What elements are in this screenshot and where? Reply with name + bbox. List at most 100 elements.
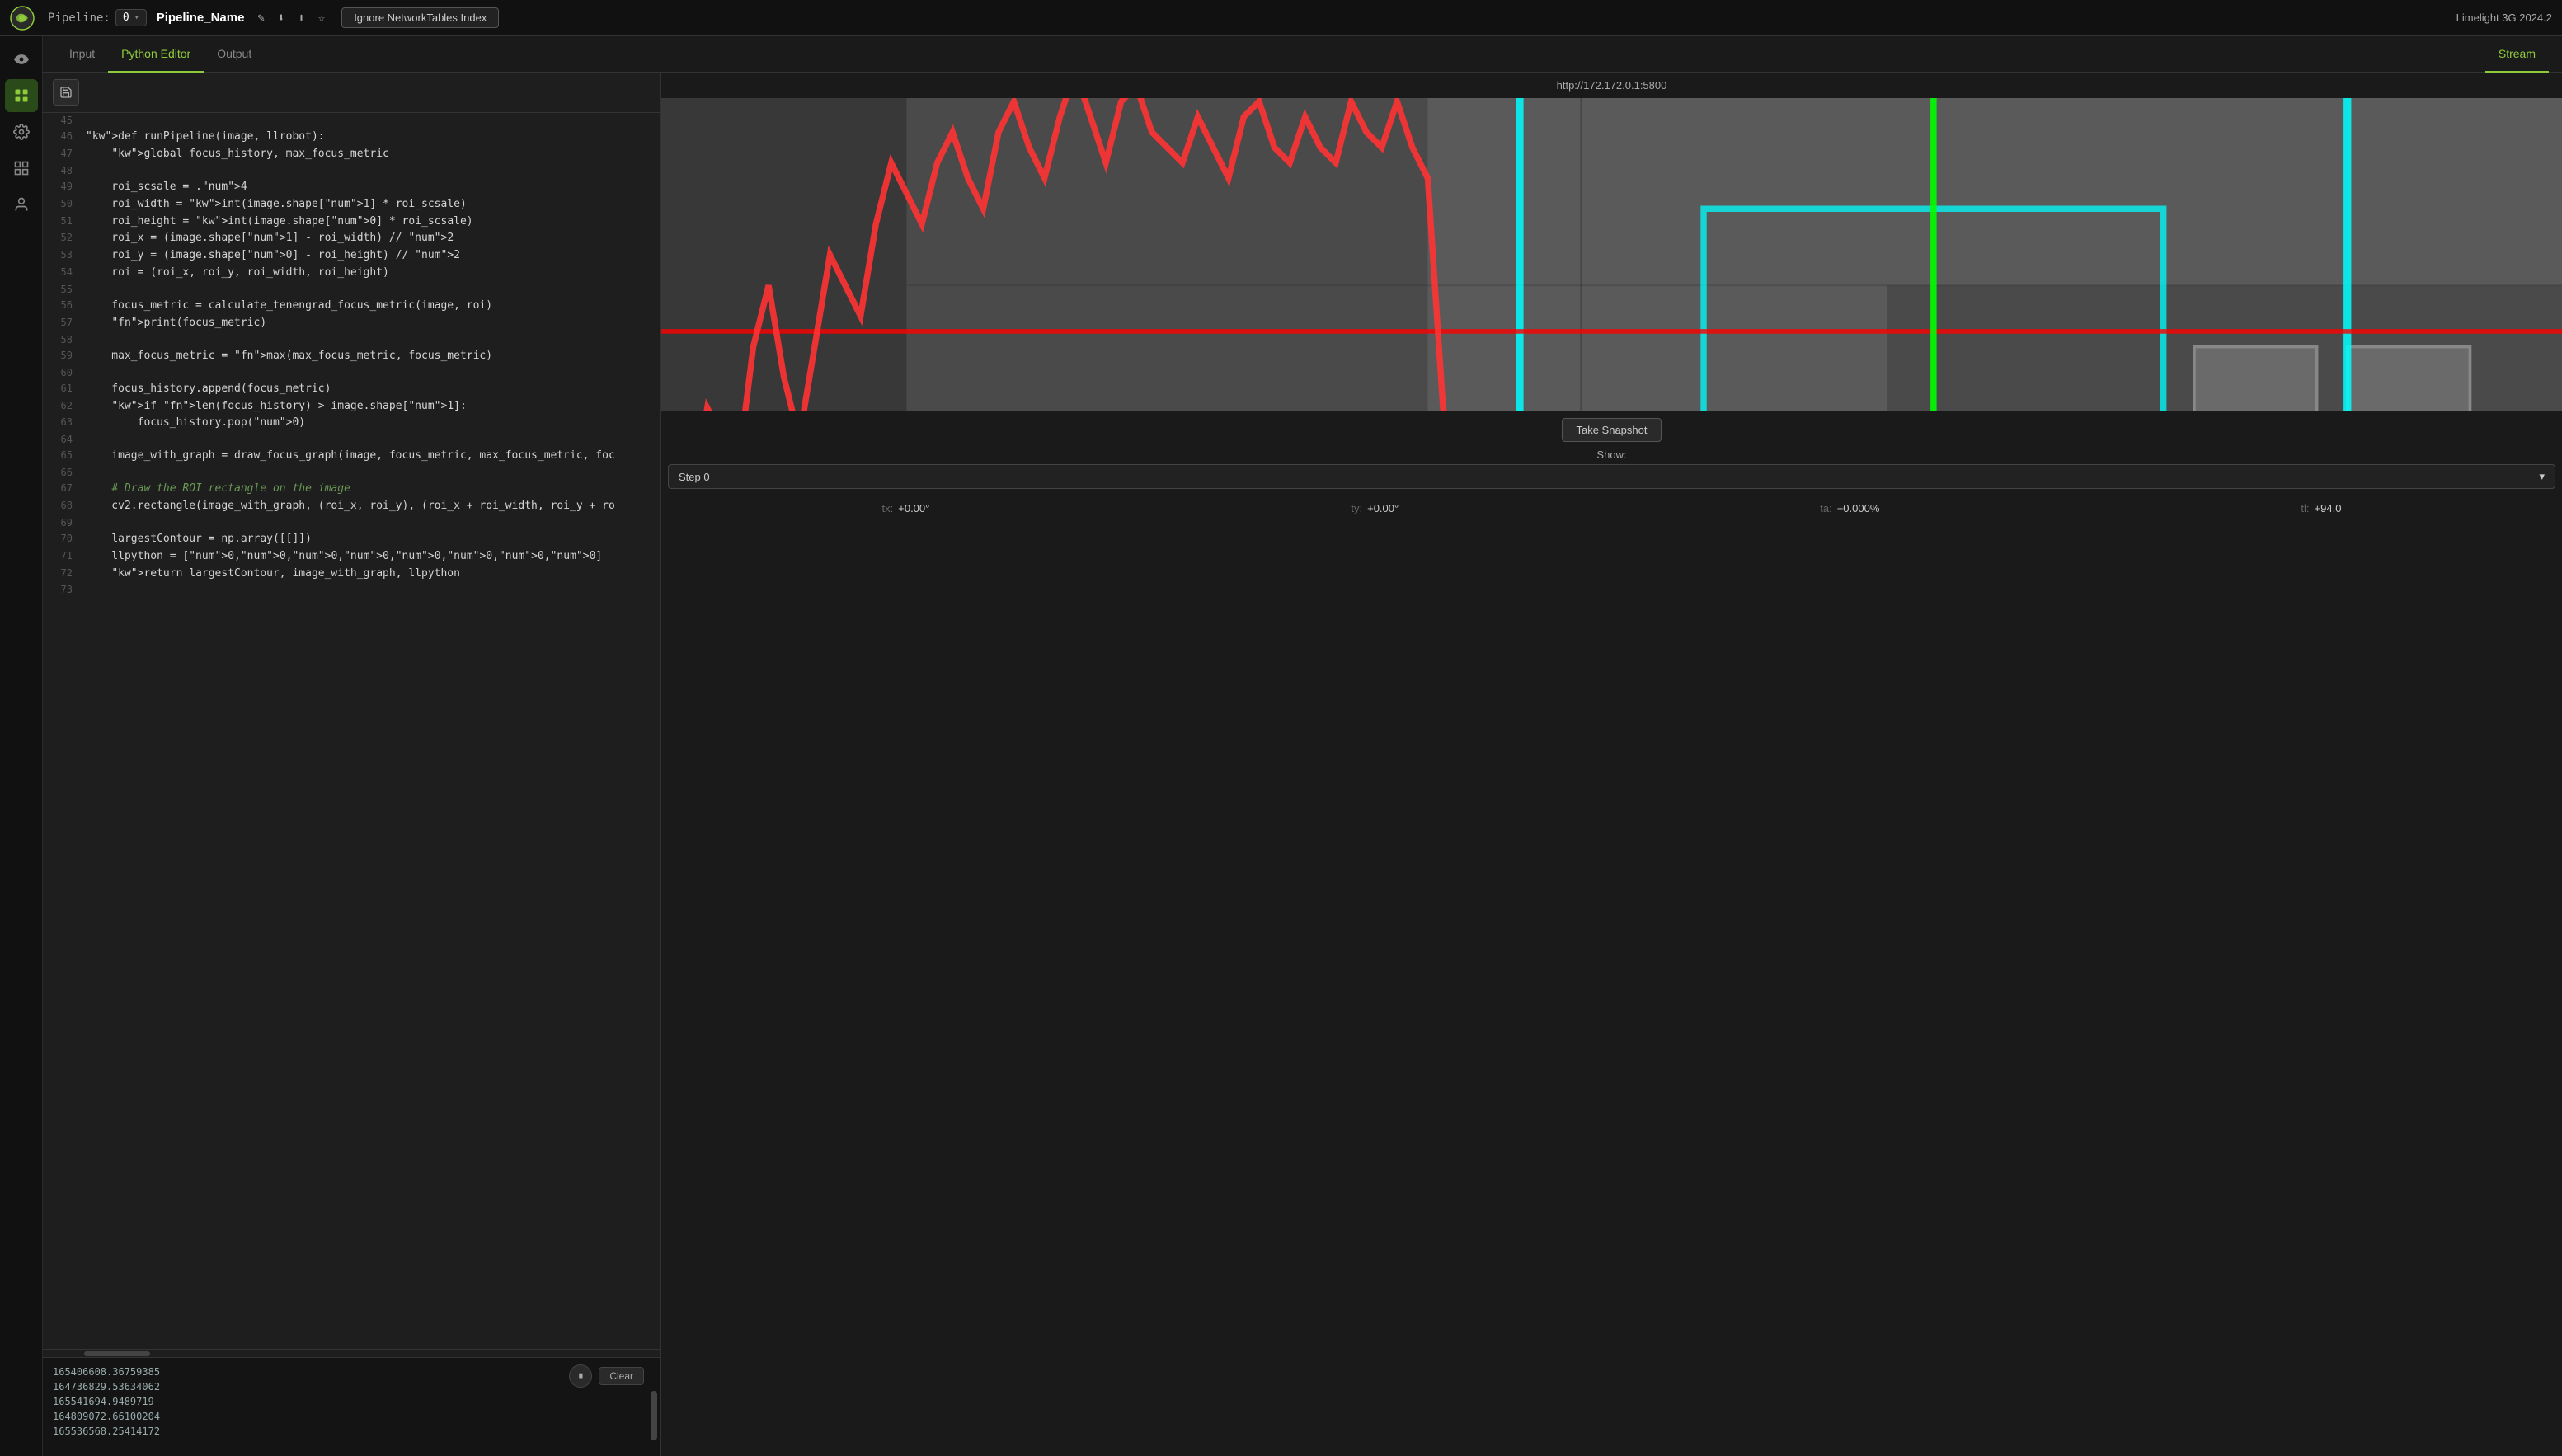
console-line: 164736829.53634062 (53, 1379, 651, 1394)
dropdown-chevron-icon: ▾ (2539, 470, 2545, 483)
console-line: 165406608.36759385 (53, 1364, 651, 1379)
tab-python-editor[interactable]: Python Editor (108, 36, 204, 73)
line-content: # Draw the ROI rectangle on the image (86, 481, 350, 498)
line-number: 67 (43, 481, 86, 496)
line-number: 53 (43, 247, 86, 263)
metrics-row: tx: +0.00° ty: +0.00° ta: +0.000% tl: +9… (661, 496, 2562, 521)
code-editor[interactable]: 4546"kw">def runPipeline(image, llrobot)… (43, 113, 660, 1349)
line-content: roi_height = "kw">int(image.shape["num">… (86, 214, 473, 231)
pipeline-name: Pipeline_Name (157, 11, 245, 25)
code-line: 55 (43, 282, 660, 298)
code-line: 62 "kw">if "fn">len(focus_history) > ima… (43, 398, 660, 416)
code-line: 60 (43, 365, 660, 381)
camera-image: 11.3 0 (661, 98, 2562, 411)
line-content: roi_scsale = ."num">4 (86, 179, 247, 196)
horizontal-scrollbar[interactable] (43, 1349, 660, 1357)
line-content: roi = (roi_x, roi_y, roi_width, roi_heig… (86, 265, 389, 282)
code-line: 50 roi_width = "kw">int(image.shape["num… (43, 196, 660, 214)
code-line: 56 focus_metric = calculate_tenengrad_fo… (43, 298, 660, 315)
save-button[interactable] (53, 79, 79, 106)
code-line: 59 max_focus_metric = "fn">max(max_focus… (43, 348, 660, 365)
sidebar-item-user[interactable] (5, 188, 38, 221)
line-number: 73 (43, 582, 86, 598)
star-icon[interactable]: ☆ (315, 8, 328, 28)
tab-input[interactable]: Input (56, 36, 108, 73)
tl-metric: tl: +94.0 (2301, 502, 2341, 514)
line-number: 58 (43, 332, 86, 348)
clear-button[interactable]: Clear (599, 1367, 644, 1385)
code-line: 68 cv2.rectangle(image_with_graph, (roi_… (43, 498, 660, 515)
line-number: 57 (43, 315, 86, 331)
ty-value: +0.00° (1367, 502, 1399, 514)
edit-icon[interactable]: ✎ (254, 8, 267, 28)
tl-label: tl: (2301, 502, 2309, 514)
line-content: largestContour = np.array([[]]) (86, 531, 312, 548)
code-line: 51 roi_height = "kw">int(image.shape["nu… (43, 214, 660, 231)
line-content: "fn">print(focus_metric) (86, 315, 266, 332)
line-content: "kw">return largestContour, image_with_g… (86, 566, 460, 583)
line-number: 70 (43, 531, 86, 547)
download-icon[interactable]: ⬇ (275, 8, 288, 28)
left-panel: 4546"kw">def runPipeline(image, llrobot)… (43, 73, 661, 1456)
sidebar-item-settings[interactable] (5, 115, 38, 148)
editor-toolbar (43, 73, 660, 113)
stream-url: http://172.172.0.1:5800 (661, 73, 2562, 98)
line-content: "kw">global focus_history, max_focus_met… (86, 146, 389, 163)
sidebar-item-grid[interactable] (5, 152, 38, 185)
ta-metric: ta: +0.000% (1820, 502, 1879, 514)
step-dropdown[interactable]: Step 0 ▾ (668, 464, 2555, 489)
code-line: 49 roi_scsale = ."num">4 (43, 179, 660, 196)
console-output: ⏸ Clear 165406608.36759385164736829.5363… (43, 1357, 660, 1456)
line-content: "kw">if "fn">len(focus_history) > image.… (86, 398, 467, 416)
tx-metric: tx: +0.00° (882, 502, 930, 514)
code-line: 70 largestContour = np.array([[]]) (43, 531, 660, 548)
line-number: 47 (43, 146, 86, 162)
sidebar-item-eye[interactable] (5, 43, 38, 76)
tx-value: +0.00° (898, 502, 929, 514)
code-line: 61 focus_history.append(focus_metric) (43, 381, 660, 398)
ty-label: ty: (1351, 502, 1362, 514)
chevron-down-icon: ▾ (134, 13, 139, 22)
ta-value: +0.000% (1837, 502, 1880, 514)
tx-label: tx: (882, 502, 894, 514)
line-content: llpython = ["num">0,"num">0,"num">0,"num… (86, 548, 602, 566)
pause-button[interactable]: ⏸ (569, 1364, 592, 1388)
ignore-networktables-button[interactable]: Ignore NetworkTables Index (341, 7, 499, 28)
line-number: 60 (43, 365, 86, 381)
console-line: 165536568.25414172 (53, 1424, 651, 1439)
line-number: 46 (43, 129, 86, 144)
line-number: 48 (43, 163, 86, 179)
line-content: roi_x = (image.shape["num">1] - roi_widt… (86, 230, 454, 247)
line-number: 64 (43, 432, 86, 448)
main-container: Input Python Editor Output Stream 4546"k… (0, 36, 2562, 1456)
line-content: focus_metric = calculate_tenengrad_focus… (86, 298, 492, 315)
logo (10, 6, 35, 31)
topbar-icons: ✎ ⬇ ⬆ ☆ (254, 8, 328, 28)
camera-feed: 11.3 0 (661, 98, 2562, 411)
topbar: Pipeline: 0 ▾ Pipeline_Name ✎ ⬇ ⬆ ☆ Igno… (0, 0, 2562, 36)
line-number: 71 (43, 548, 86, 564)
sidebar-item-pipeline[interactable] (5, 79, 38, 112)
code-line: 65 image_with_graph = draw_focus_graph(i… (43, 448, 660, 465)
line-number: 45 (43, 113, 86, 129)
tab-stream[interactable]: Stream (2485, 36, 2549, 73)
h-scrollbar-thumb[interactable] (84, 1351, 150, 1356)
pipeline-label: Pipeline: (48, 12, 110, 25)
line-number: 55 (43, 282, 86, 298)
pipeline-selector[interactable]: 0 ▾ (115, 9, 147, 26)
code-line: 72 "kw">return largestContour, image_wit… (43, 566, 660, 583)
code-line: 73 (43, 582, 660, 598)
console-line: 165541694.9489719 (53, 1394, 651, 1409)
line-content: roi_width = "kw">int(image.shape["num">1… (86, 196, 467, 214)
line-number: 56 (43, 298, 86, 313)
console-line: 164809072.66100204 (53, 1409, 651, 1424)
code-line: 53 roi_y = (image.shape["num">0] - roi_h… (43, 247, 660, 265)
line-number: 49 (43, 179, 86, 195)
console-lines: 165406608.36759385164736829.536340621655… (53, 1364, 651, 1439)
tab-output[interactable]: Output (204, 36, 265, 73)
code-line: 66 (43, 465, 660, 481)
snapshot-button[interactable]: Take Snapshot (1562, 418, 1661, 442)
line-content: roi_y = (image.shape["num">0] - roi_heig… (86, 247, 460, 265)
console-scrollbar-thumb[interactable] (651, 1391, 657, 1440)
upload-icon[interactable]: ⬆ (294, 8, 308, 28)
